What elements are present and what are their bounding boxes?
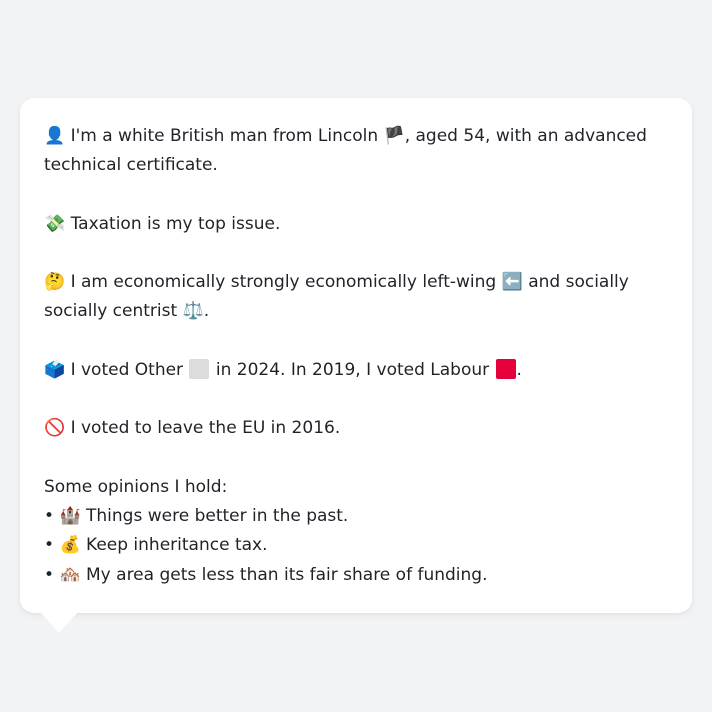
opinions-list: • 🏰 Things were better in the past. • 💰 … — [44, 502, 668, 591]
left-arrow-icon: ⬅️ — [501, 272, 523, 292]
issue-text: Taxation is my top issue. — [70, 213, 281, 234]
ballot-box-icon: 🗳️ — [44, 359, 66, 380]
thinking-face-icon: 🤔 — [44, 272, 66, 292]
intro-text: I'm a white British man from Lincoln — [70, 126, 379, 146]
votes-line: 🗳️ I voted Other in 2024. In 2019, I vot… — [44, 356, 668, 385]
opinion-text: Things were better in the past. — [86, 505, 349, 526]
money-bag-icon: 💰 — [59, 535, 81, 555]
persona-message-bubble: 👤 I'm a white British man from Lincoln 🏴… — [20, 98, 692, 613]
opinion-text: My area gets less than its fair share of… — [86, 564, 488, 585]
opinion-text: Keep inheritance tax. — [86, 535, 268, 555]
person-icon: 👤 — [44, 126, 66, 146]
votes-text-2019: in 2024. In 2019, I voted Labour — [215, 359, 490, 380]
england-flag-icon: 🏴 — [383, 126, 405, 146]
prohibited-icon: 🚫 — [44, 418, 66, 438]
other-party-color-swatch — [189, 358, 210, 379]
brexit-text: I voted to leave the EU in 2016. — [70, 418, 341, 438]
list-item: • 🏘️ My area gets less than its fair sha… — [44, 561, 668, 591]
labour-party-color-swatch — [495, 358, 516, 379]
ideology-end: . — [203, 301, 210, 321]
intro-line: 👤 I'm a white British man from Lincoln 🏴… — [44, 122, 668, 180]
money-wings-icon: 💸 — [44, 213, 66, 234]
balance-scale-icon: ⚖️ — [182, 301, 204, 321]
houses-icon: 🏘️ — [59, 564, 81, 585]
bullet: • — [44, 564, 55, 585]
ideology-line: 🤔 I am economically strongly economicall… — [44, 268, 668, 326]
brexit-line: 🚫 I voted to leave the EU in 2016. — [44, 414, 668, 443]
votes-text-2024: I voted Other — [70, 359, 184, 380]
bullet: • — [44, 505, 55, 526]
votes-end: . — [516, 359, 522, 380]
ideology-text-economic: I am economically strongly economically … — [70, 272, 497, 292]
list-item: • 💰 Keep inheritance tax. — [44, 531, 668, 561]
issue-line: 💸 Taxation is my top issue. — [44, 210, 668, 239]
bullet: • — [44, 535, 55, 555]
bubble-tail — [40, 612, 78, 633]
castle-icon: 🏰 — [59, 505, 81, 526]
opinions-heading: Some opinions I hold: — [44, 476, 228, 497]
list-item: • 🏰 Things were better in the past. — [44, 502, 668, 532]
